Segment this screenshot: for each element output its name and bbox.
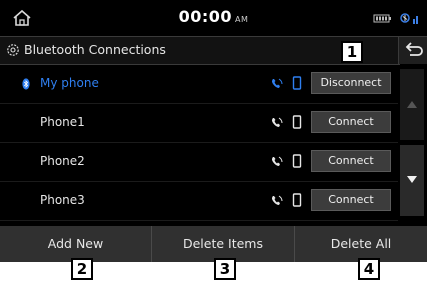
list-scrollbar[interactable] — [400, 64, 427, 220]
clock-time: 00:00 — [178, 7, 233, 26]
callout-4: 4 — [358, 258, 380, 280]
battery-icon — [373, 14, 391, 23]
phone-audio-icon — [272, 195, 283, 205]
device-icon — [292, 115, 302, 129]
status-icons — [373, 11, 423, 25]
device-icon — [292, 154, 302, 168]
bluetooth-icon — [22, 78, 30, 90]
device-row-phone3[interactable]: Phone3 Connect — [0, 181, 398, 221]
delete-items-button[interactable]: Delete Items — [151, 226, 294, 262]
callout-3: 3 — [214, 258, 236, 280]
status-bar: 00:00 AM — [0, 0, 427, 36]
clock-ampm: AM — [235, 15, 249, 24]
connect-button[interactable]: Connect — [311, 189, 391, 211]
callout-2: 2 — [71, 258, 93, 280]
scroll-down-icon — [407, 176, 417, 183]
signal-icon — [400, 13, 418, 24]
callout-1: 1 — [341, 41, 363, 63]
clock: 00:00 AM — [0, 7, 427, 26]
bottom-button-bar: Add New Delete Items Delete All — [0, 226, 427, 262]
back-icon — [405, 42, 423, 56]
device-name: Phone1 — [40, 115, 85, 129]
device-row-my-phone[interactable]: My phone Disconnect — [0, 64, 398, 104]
device-name: Phone2 — [40, 154, 85, 168]
device-list: My phone Disconnect Phone1 Connect Phone… — [0, 64, 398, 221]
device-icon — [292, 76, 302, 90]
phone-audio-icon — [272, 156, 283, 166]
back-button[interactable] — [398, 37, 427, 64]
connect-button[interactable]: Connect — [311, 111, 391, 133]
delete-all-button[interactable]: Delete All — [294, 226, 427, 262]
add-new-button[interactable]: Add New — [0, 226, 151, 262]
scroll-up-button[interactable] — [400, 69, 424, 140]
scroll-up-icon — [407, 101, 417, 108]
device-icon — [292, 193, 302, 207]
device-name: My phone — [40, 76, 99, 90]
bluetooth-settings-icon — [7, 44, 19, 56]
screen: 00:00 AM Bluetooth Connections My phone … — [0, 0, 427, 262]
device-name: Phone3 — [40, 193, 85, 207]
scroll-down-button[interactable] — [400, 145, 424, 216]
phone-audio-icon — [272, 78, 283, 88]
disconnect-button[interactable]: Disconnect — [311, 72, 391, 94]
phone-audio-icon — [272, 117, 283, 127]
device-row-phone1[interactable]: Phone1 Connect — [0, 103, 398, 143]
connect-button[interactable]: Connect — [311, 150, 391, 172]
page-title: Bluetooth Connections — [24, 42, 166, 57]
device-row-phone2[interactable]: Phone2 Connect — [0, 142, 398, 182]
